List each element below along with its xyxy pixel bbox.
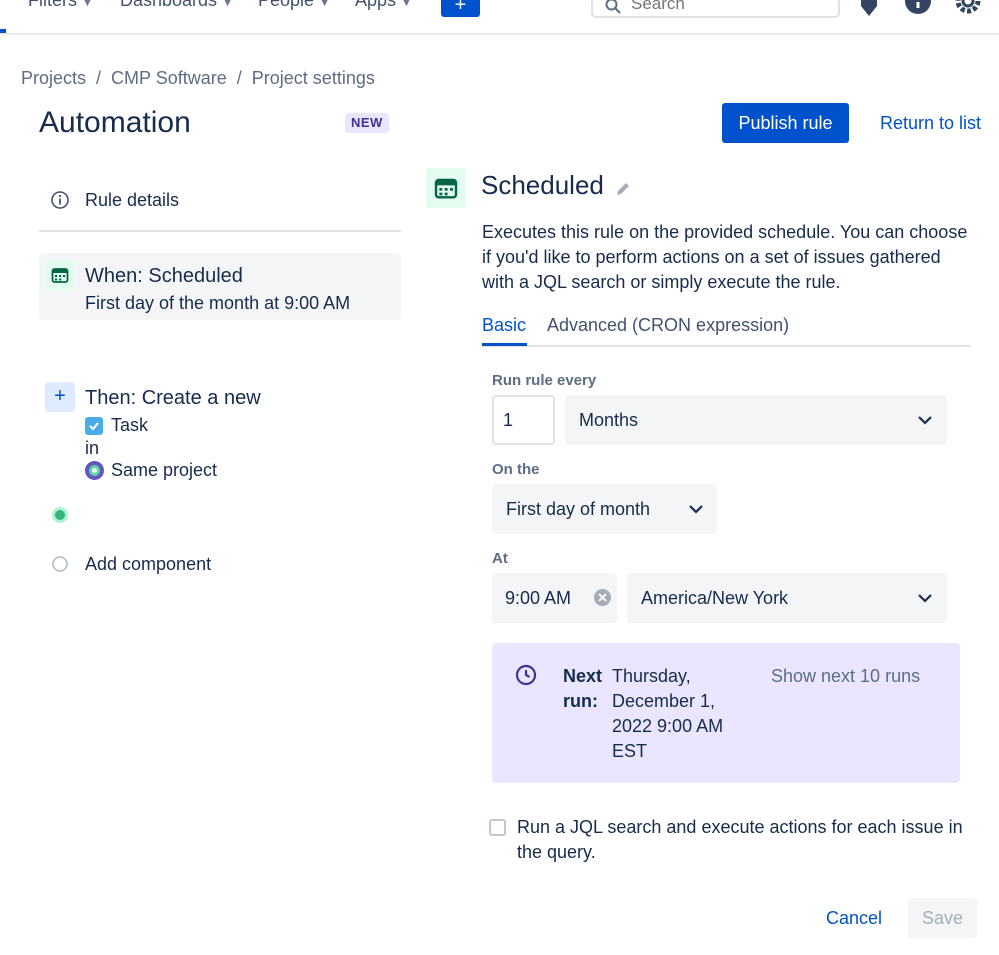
chevron-down-icon <box>918 594 932 603</box>
next-run-panel: Next run: Thursday, December 1, 2022 9:0… <box>492 643 960 783</box>
calendar-icon <box>45 260 75 290</box>
chevron-down-icon: ▼ <box>319 0 330 9</box>
trigger-subtitle: First day of the month at 9:00 AM <box>85 293 351 313</box>
plus-icon: + <box>45 382 75 412</box>
save-button[interactable]: Save <box>908 898 977 938</box>
schedule-tabs: Basic Advanced (CRON expression) <box>482 313 970 347</box>
return-to-list-link[interactable]: Return to list <box>880 113 981 134</box>
nav-apps-label: Apps <box>355 0 397 10</box>
info-icon <box>51 191 69 209</box>
breadcrumb: Projects / CMP Software / Project settings <box>21 68 375 89</box>
active-tab-indicator <box>482 343 527 346</box>
notifications-icon[interactable] <box>857 0 881 26</box>
clear-icon[interactable] <box>594 589 611 606</box>
rule-details-label: Rule details <box>85 190 180 210</box>
nav-dashboards-label: Dashboards <box>120 0 218 10</box>
action-issue-type: Task <box>85 415 148 436</box>
cancel-button[interactable]: Cancel <box>810 898 898 938</box>
trigger-title: When: Scheduled <box>85 265 243 287</box>
search-input[interactable] <box>631 0 821 14</box>
new-badge: NEW <box>345 113 389 133</box>
on-the-label: On the <box>492 461 540 478</box>
tab-basic[interactable]: Basic <box>482 315 526 336</box>
chevron-down-icon: ▼ <box>82 0 93 9</box>
search-icon <box>605 0 621 14</box>
on-the-select[interactable]: First day of month <box>492 484 717 534</box>
breadcrumb-separator: / <box>236 68 242 88</box>
status-dot-icon <box>52 507 68 523</box>
empty-circle-icon <box>52 556 68 572</box>
nav-dashboards[interactable]: Dashboards ▼ <box>120 0 233 11</box>
task-icon <box>85 416 103 435</box>
chevron-down-icon: ▼ <box>222 0 233 9</box>
nav-apps[interactable]: Apps ▼ <box>355 0 412 11</box>
trigger-component-card[interactable]: When: Scheduled First day of the month a… <box>39 253 401 320</box>
jql-checkbox[interactable] <box>489 819 506 836</box>
publish-rule-button[interactable]: Publish rule <box>722 103 849 143</box>
run-every-label: Run rule every <box>492 372 597 389</box>
show-next-runs-link[interactable]: Show next 10 runs <box>771 664 920 689</box>
issue-type-label: Task <box>111 415 149 435</box>
next-run-value: Thursday, December 1, 2022 9:00 AM EST <box>612 666 724 761</box>
action-in-label: in <box>85 438 100 458</box>
nav-people-label: People <box>258 0 315 10</box>
tab-advanced-cron[interactable]: Advanced (CRON expression) <box>547 315 789 336</box>
trigger-description: Executes this rule on the provided sched… <box>482 222 968 292</box>
timezone-value: America/New York <box>641 587 789 608</box>
run-every-unit-value: Months <box>579 409 639 430</box>
rule-details-item[interactable]: Rule details <box>39 180 401 232</box>
action-title[interactable]: Then: Create a new <box>85 387 261 410</box>
breadcrumb-cmp-software[interactable]: CMP Software <box>111 68 227 88</box>
top-navigation: Filters ▼ Dashboards ▼ People ▼ Apps ▼ + <box>0 0 999 33</box>
chevron-down-icon <box>689 505 703 514</box>
breadcrumb-projects[interactable]: Projects <box>21 68 86 88</box>
nav-filters-label: Filters <box>28 0 77 10</box>
run-every-input[interactable] <box>492 395 555 445</box>
page-title: Automation <box>39 106 191 139</box>
edit-pencil-icon[interactable] <box>614 180 632 198</box>
chevron-down-icon: ▼ <box>401 0 412 9</box>
help-icon[interactable] <box>905 0 931 26</box>
jql-checkbox-label: Run a JQL search and execute actions for… <box>517 817 963 862</box>
on-the-value: First day of month <box>506 498 651 519</box>
search-box[interactable] <box>591 0 840 18</box>
nav-filters[interactable]: Filters ▼ <box>28 0 93 11</box>
add-component-button[interactable]: Add component <box>85 554 211 575</box>
run-every-unit-select[interactable]: Months <box>565 395 947 445</box>
create-button[interactable]: + <box>441 0 480 17</box>
project-avatar-icon <box>85 461 104 480</box>
nav-people[interactable]: People ▼ <box>258 0 330 11</box>
next-run-label: Next run: <box>563 666 603 711</box>
at-label: At <box>492 550 508 567</box>
calendar-icon <box>426 168 466 208</box>
settings-icon[interactable] <box>954 0 982 26</box>
breadcrumb-separator: / <box>96 68 102 88</box>
timezone-select[interactable]: America/New York <box>627 573 947 623</box>
nav-active-indicator <box>0 29 6 33</box>
project-label: Same project <box>111 460 218 480</box>
trigger-heading: Scheduled <box>481 170 604 200</box>
clock-icon <box>515 664 537 686</box>
chevron-down-icon <box>918 416 932 425</box>
breadcrumb-project-settings[interactable]: Project settings <box>252 68 375 88</box>
action-project: Same project <box>85 460 217 481</box>
